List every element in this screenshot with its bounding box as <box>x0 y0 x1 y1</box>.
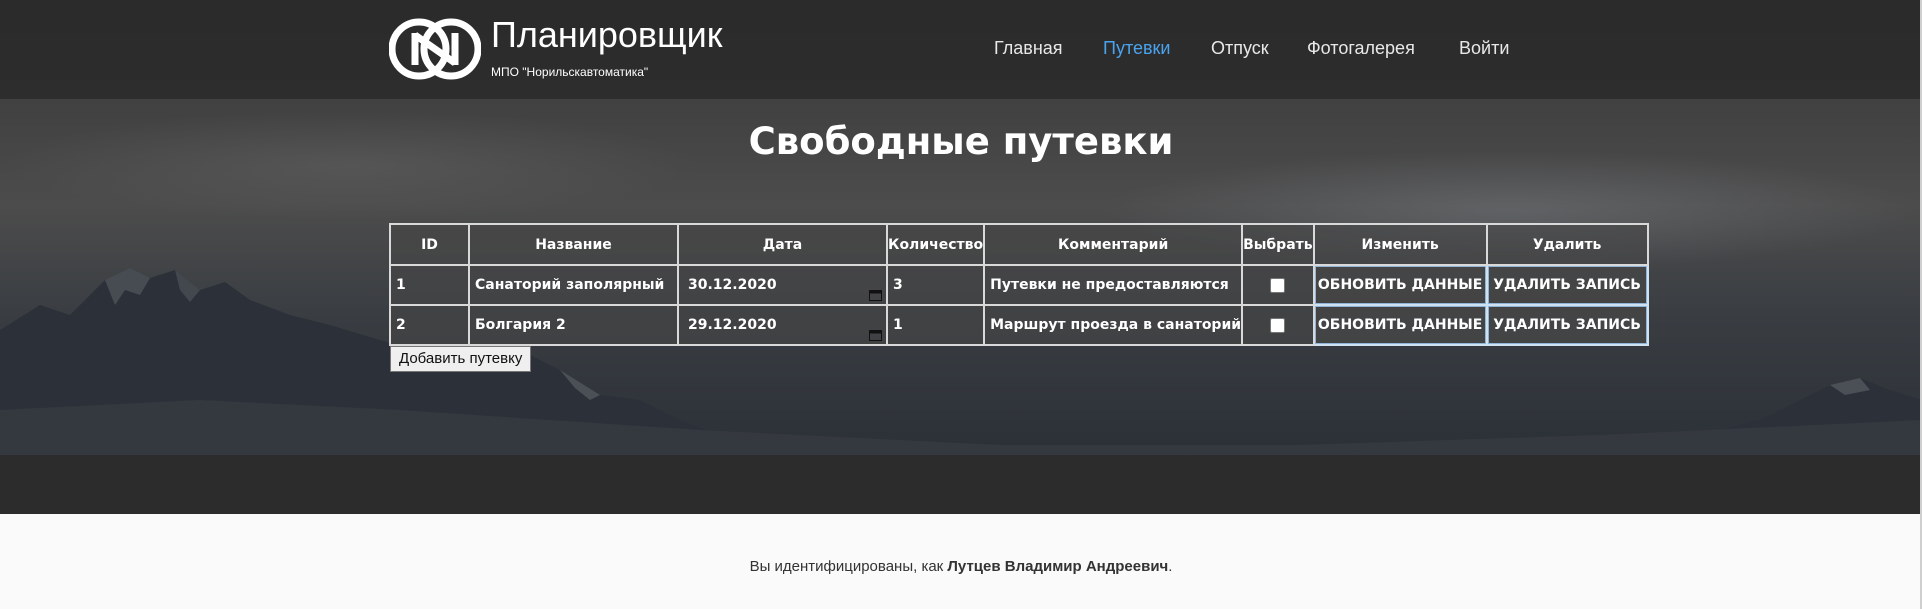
update-button[interactable]: ОБНОВИТЬ ДАННЫЕ <box>1315 307 1485 343</box>
brand-title[interactable]: Планировщик <box>491 14 723 56</box>
edit-cell: ОБНОВИТЬ ДАННЫЕ <box>1312 264 1488 306</box>
edit-cell: ОБНОВИТЬ ДАННЫЕ <box>1312 304 1488 346</box>
table-header-row: ID Название Дата Количество Комментарий … <box>389 223 1649 266</box>
delete-button[interactable]: УДАЛИТЬ ЗАПИСЬ <box>1488 267 1646 303</box>
table-row: 2 Болгария 2 29.12.2020 1 Маршрут проезд… <box>389 304 1649 346</box>
column-header-name: Название <box>468 223 679 266</box>
column-header-id: ID <box>389 223 470 266</box>
name-field[interactable]: Болгария 2 <box>468 304 679 346</box>
identity-notice: Вы идентифицированы, как Лутцев Владимир… <box>0 558 1922 575</box>
select-cell <box>1241 304 1315 346</box>
delete-cell: УДАЛИТЬ ЗАПИСЬ <box>1485 264 1649 306</box>
add-trip-button[interactable]: Добавить путевку <box>390 346 532 372</box>
table-row: 1 Санаторий заполярный 30.12.2020 3 Путе… <box>389 264 1649 306</box>
column-header-date: Дата <box>677 223 888 266</box>
date-field[interactable]: 29.12.2020 <box>677 304 888 346</box>
comment-field[interactable]: Маршрут проезда в санаторий <box>983 304 1244 346</box>
id-field[interactable]: 1 <box>389 264 470 306</box>
column-header-comment: Комментарий <box>983 223 1244 266</box>
column-header-delete: Удалить <box>1485 223 1649 266</box>
delete-button[interactable]: УДАЛИТЬ ЗАПИСЬ <box>1488 307 1646 343</box>
comment-field[interactable]: Путевки не предоставляются <box>983 264 1244 306</box>
date-field[interactable]: 30.12.2020 <box>677 264 888 306</box>
brand-subtitle: МПО "Норильскавтоматика" <box>491 65 649 79</box>
nav-home[interactable]: Главная <box>994 38 1063 59</box>
identity-prefix: Вы идентифицированы, как <box>749 558 948 575</box>
select-checkbox[interactable] <box>1270 277 1286 293</box>
user-name: Лутцев Владимир Андреевич <box>947 558 1169 575</box>
footer: Вы идентифицированы, как Лутцев Владимир… <box>0 514 1922 609</box>
nav-login[interactable]: Войти <box>1459 38 1509 59</box>
nav-trips[interactable]: Путевки <box>1103 38 1170 59</box>
nav-gallery[interactable]: Фотогалерея <box>1307 38 1415 59</box>
calendar-icon[interactable] <box>869 289 882 301</box>
select-checkbox[interactable] <box>1270 317 1286 333</box>
trips-table: ID Название Дата Количество Комментарий … <box>389 223 1649 346</box>
update-button[interactable]: ОБНОВИТЬ ДАННЫЕ <box>1315 267 1485 303</box>
column-header-edit: Изменить <box>1312 223 1488 266</box>
select-cell <box>1241 264 1315 306</box>
quantity-field[interactable]: 1 <box>885 304 986 346</box>
letter-n-circle-logo-icon[interactable] <box>389 17 481 80</box>
delete-cell: УДАЛИТЬ ЗАПИСЬ <box>1485 304 1649 346</box>
quantity-field[interactable]: 3 <box>885 264 986 306</box>
section-divider <box>0 455 1922 514</box>
nav-vacation[interactable]: Отпуск <box>1211 38 1269 59</box>
site-header: Планировщик МПО "Норильскавтоматика" Гла… <box>0 0 1922 99</box>
column-header-quantity: Количество <box>885 223 986 266</box>
page-title: Свободные путевки <box>748 120 1174 163</box>
calendar-icon[interactable] <box>869 329 882 341</box>
column-header-select: Выбрать <box>1241 223 1315 266</box>
identity-suffix: . <box>1168 558 1173 575</box>
name-field[interactable]: Санаторий заполярный <box>468 264 679 306</box>
id-field[interactable]: 2 <box>389 304 470 346</box>
